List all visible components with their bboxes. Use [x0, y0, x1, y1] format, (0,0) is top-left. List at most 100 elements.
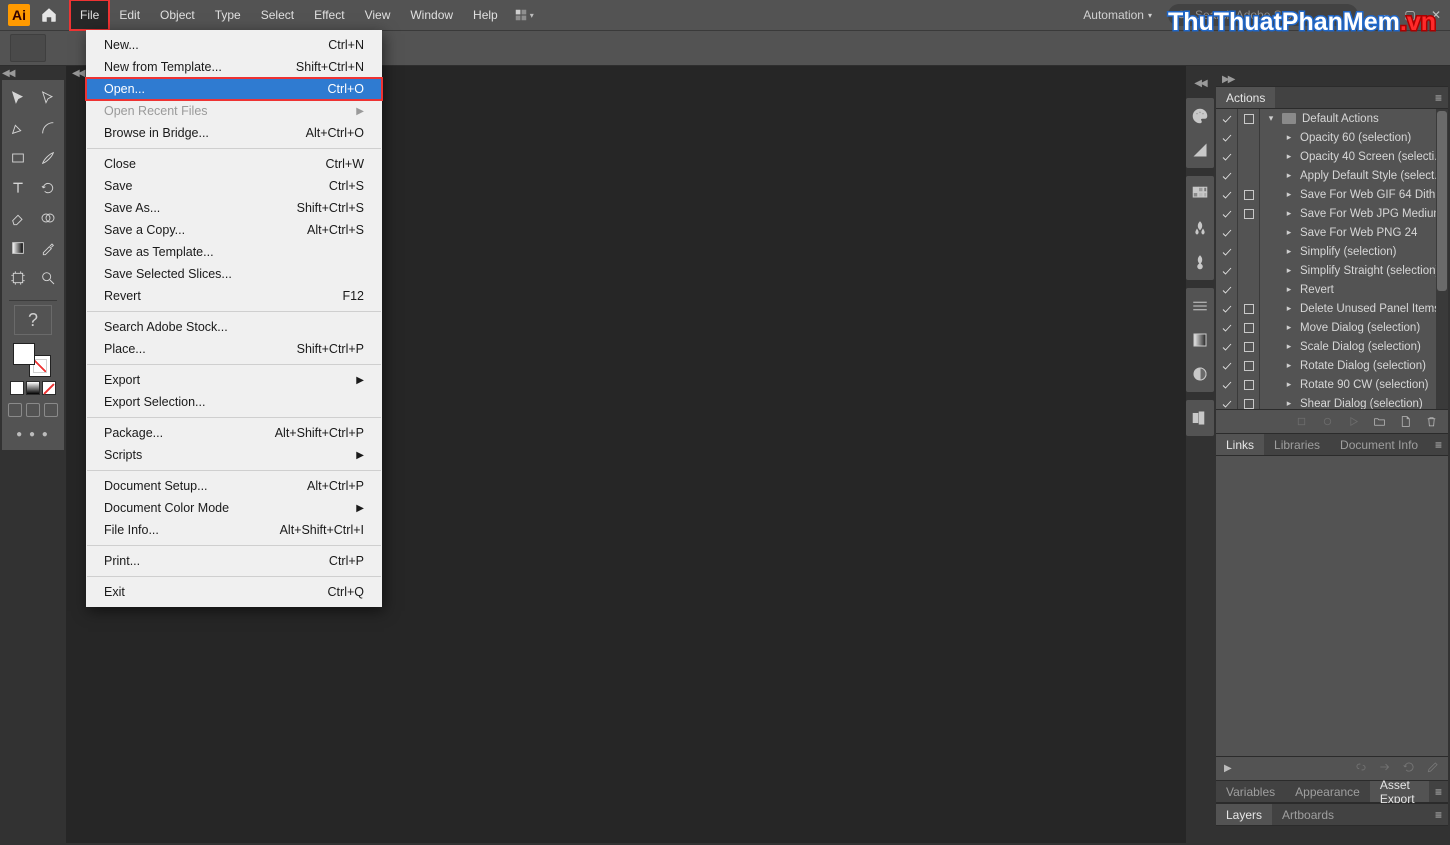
file-menu-save[interactable]: SaveCtrl+S: [86, 175, 382, 197]
swatches-panel-icon[interactable]: [1190, 184, 1210, 204]
edit-original-icon[interactable]: [1426, 760, 1440, 777]
action-item[interactable]: ▸Opacity 60 (selection): [1216, 128, 1448, 147]
fill-swatch[interactable]: [13, 343, 35, 365]
arrange-documents-icon[interactable]: ▾: [514, 5, 534, 25]
file-menu-open[interactable]: Open...Ctrl+O: [86, 78, 382, 100]
app-logo[interactable]: Ai: [8, 4, 30, 26]
color-mode-none[interactable]: [42, 381, 56, 395]
gradient-panel-icon[interactable]: [1190, 330, 1210, 350]
vars-tab-asset-export[interactable]: Asset Export: [1370, 781, 1429, 802]
action-item[interactable]: ▸Simplify (selection): [1216, 242, 1448, 261]
gradient-tool[interactable]: [6, 236, 30, 260]
stop-recording-icon[interactable]: [1294, 415, 1308, 429]
rotate-tool[interactable]: [36, 176, 60, 200]
links-tab-document-info[interactable]: Document Info: [1330, 434, 1428, 455]
menu-effect[interactable]: Effect: [304, 0, 354, 30]
go-to-link-icon[interactable]: [1378, 760, 1392, 777]
rectangle-tool[interactable]: [6, 146, 30, 170]
panel-collapse-handle[interactable]: ◀◀: [2, 68, 13, 79]
file-menu-print[interactable]: Print...Ctrl+P: [86, 550, 382, 572]
draw-normal[interactable]: [8, 403, 22, 417]
action-item[interactable]: ▸Revert: [1216, 280, 1448, 299]
vars-tab-appearance[interactable]: Appearance: [1285, 781, 1370, 802]
links-expand-icon[interactable]: ▶: [1224, 763, 1232, 774]
vars-panel-menu-icon[interactable]: ≡: [1429, 785, 1448, 799]
action-item[interactable]: ▸Apply Default Style (select...: [1216, 166, 1448, 185]
file-menu-document-color-mode[interactable]: Document Color Mode▶: [86, 497, 382, 519]
menu-edit[interactable]: Edit: [109, 0, 150, 30]
dock-handle[interactable]: ◀◀: [1194, 78, 1205, 88]
transparency-panel-icon[interactable]: [1190, 364, 1210, 384]
links-panel-menu-icon[interactable]: ≡: [1429, 438, 1448, 452]
file-menu-save-selected-slices[interactable]: Save Selected Slices...: [86, 263, 382, 285]
delete-action-icon[interactable]: [1424, 415, 1438, 429]
shape-builder-tool[interactable]: [36, 206, 60, 230]
draw-behind[interactable]: [26, 403, 40, 417]
pen-tool[interactable]: [6, 116, 30, 140]
menu-object[interactable]: Object: [150, 0, 205, 30]
menu-window[interactable]: Window: [400, 0, 463, 30]
file-menu-close[interactable]: CloseCtrl+W: [86, 153, 382, 175]
toolbox-more[interactable]: ● ● ●: [16, 429, 50, 440]
layers-panel-menu-icon[interactable]: ≡: [1429, 808, 1448, 822]
file-menu-file-info[interactable]: File Info...Alt+Shift+Ctrl+I: [86, 519, 382, 541]
play-action-icon[interactable]: [1346, 415, 1360, 429]
file-menu-new-from-template[interactable]: New from Template...Shift+Ctrl+N: [86, 56, 382, 78]
workspace-switcher[interactable]: Automation▾: [1077, 8, 1158, 22]
update-link-icon[interactable]: [1402, 760, 1416, 777]
file-menu-save-as[interactable]: Save As...Shift+Ctrl+S: [86, 197, 382, 219]
zoom-tool[interactable]: [36, 266, 60, 290]
color-mode-gradient[interactable]: [26, 381, 40, 395]
file-menu-save-a-copy[interactable]: Save a Copy...Alt+Ctrl+S: [86, 219, 382, 241]
direct-selection-tool[interactable]: [36, 86, 60, 110]
menu-type[interactable]: Type: [205, 0, 251, 30]
file-menu-search-adobe-stock[interactable]: Search Adobe Stock...: [86, 316, 382, 338]
color-mode-solid[interactable]: [10, 381, 24, 395]
action-item[interactable]: ▸Rotate 90 CW (selection): [1216, 375, 1448, 394]
color-guide-panel-icon[interactable]: [1190, 140, 1210, 160]
file-menu-document-setup[interactable]: Document Setup...Alt+Ctrl+P: [86, 475, 382, 497]
new-set-folder-icon[interactable]: [1372, 415, 1386, 429]
file-menu-revert[interactable]: RevertF12: [86, 285, 382, 307]
right-panel-handle[interactable]: ▶▶: [1216, 74, 1448, 86]
artboard-tool[interactable]: [6, 266, 30, 290]
file-menu-save-as-template[interactable]: Save as Template...: [86, 241, 382, 263]
action-item[interactable]: ▸Rotate Dialog (selection): [1216, 356, 1448, 375]
home-icon[interactable]: [38, 4, 60, 26]
menu-file[interactable]: File: [70, 0, 109, 30]
file-menu-export[interactable]: Export▶: [86, 369, 382, 391]
color-panel-icon[interactable]: [1190, 106, 1210, 126]
action-item[interactable]: ▸Save For Web PNG 24: [1216, 223, 1448, 242]
actions-folder-row[interactable]: ▾Default Actions: [1216, 109, 1448, 128]
action-item[interactable]: ▸Save For Web JPG Medium: [1216, 204, 1448, 223]
file-menu-export-selection[interactable]: Export Selection...: [86, 391, 382, 413]
action-item[interactable]: ▸Delete Unused Panel Items: [1216, 299, 1448, 318]
canvas-handle[interactable]: ◀◀: [72, 68, 83, 79]
file-menu-place[interactable]: Place...Shift+Ctrl+P: [86, 338, 382, 360]
selection-tool[interactable]: [6, 86, 30, 110]
menu-view[interactable]: View: [355, 0, 401, 30]
eyedropper-tool[interactable]: [36, 236, 60, 260]
stroke-panel-icon[interactable]: [1190, 296, 1210, 316]
relink-icon[interactable]: [1354, 760, 1368, 777]
layers-tab-layers[interactable]: Layers: [1216, 804, 1272, 825]
eraser-tool[interactable]: [6, 206, 30, 230]
brushes-panel-icon[interactable]: [1190, 252, 1210, 272]
file-menu-new[interactable]: New...Ctrl+N: [86, 34, 382, 56]
links-tab-links[interactable]: Links: [1216, 434, 1264, 455]
action-item[interactable]: ▸Move Dialog (selection): [1216, 318, 1448, 337]
control-slot[interactable]: [10, 34, 46, 62]
action-item[interactable]: ▸Scale Dialog (selection): [1216, 337, 1448, 356]
record-icon[interactable]: [1320, 415, 1334, 429]
draw-inside[interactable]: [44, 403, 58, 417]
file-menu-scripts[interactable]: Scripts▶: [86, 444, 382, 466]
file-menu-browse-in-bridge[interactable]: Browse in Bridge...Alt+Ctrl+O: [86, 122, 382, 144]
action-item[interactable]: ▸Opacity 40 Screen (selecti...: [1216, 147, 1448, 166]
new-action-icon[interactable]: [1398, 415, 1412, 429]
actions-scrollbar[interactable]: [1436, 109, 1448, 409]
file-menu-package[interactable]: Package...Alt+Shift+Ctrl+P: [86, 422, 382, 444]
symbols-panel-icon[interactable]: [1190, 218, 1210, 238]
file-menu-exit[interactable]: ExitCtrl+Q: [86, 581, 382, 603]
vars-tab-variables[interactable]: Variables: [1216, 781, 1285, 802]
action-item[interactable]: ▸Save For Web GIF 64 Dith...: [1216, 185, 1448, 204]
